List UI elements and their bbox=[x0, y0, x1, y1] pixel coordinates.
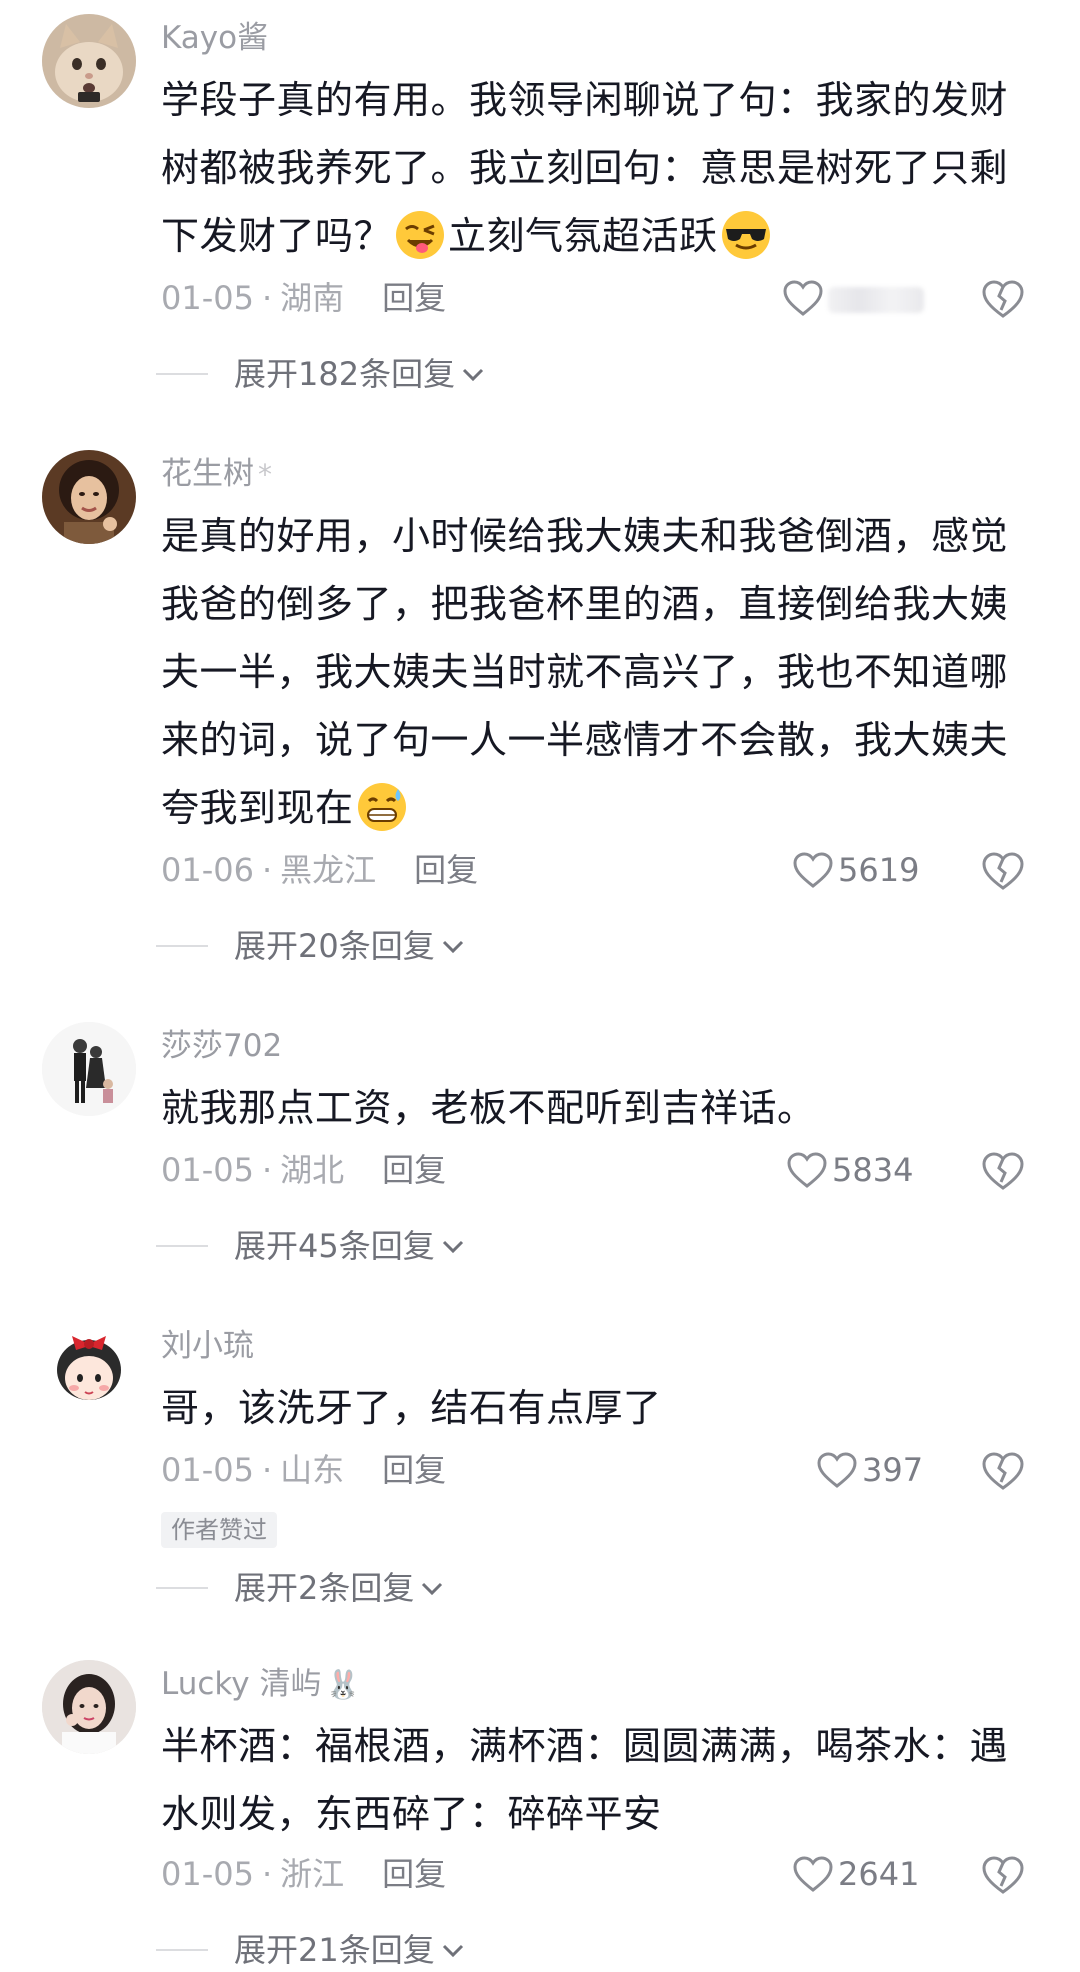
comment-meta: 01-05 · 山东 回复 bbox=[161, 1451, 447, 1489]
cat-avatar-icon bbox=[42, 14, 136, 108]
username[interactable]: 刘小琉 bbox=[161, 1326, 254, 1366]
divider bbox=[156, 373, 208, 375]
like-button[interactable]: 5834 bbox=[786, 1148, 913, 1192]
comment-location: 黑龙江 bbox=[280, 851, 377, 889]
avatar[interactable] bbox=[42, 14, 136, 108]
expand-replies-button[interactable]: 展开45条回复 bbox=[156, 1224, 465, 1268]
author-liked-badge: 作者赞过 bbox=[161, 1512, 277, 1548]
reply-button[interactable]: 回复 bbox=[382, 1151, 446, 1189]
sweat-grin-emoji bbox=[357, 783, 406, 831]
likes-count: 2641 bbox=[838, 1855, 920, 1893]
comment-text: 就我那点工资，老板不配听到吉祥话。 bbox=[161, 1086, 816, 1130]
comment-date: 01-05 bbox=[161, 1151, 254, 1189]
heart-icon bbox=[817, 1452, 857, 1488]
chevron-down-icon bbox=[422, 1582, 443, 1596]
comment-location: 山东 bbox=[280, 1451, 345, 1489]
heart-icon bbox=[787, 1152, 827, 1188]
comment-text: 学段子真的有用。我领导闲聊说了句：我家的发财树都被我养死了。我立刻回句：意思是树… bbox=[161, 66, 1031, 270]
avatar[interactable] bbox=[42, 1322, 136, 1416]
reply-button[interactable]: 回复 bbox=[382, 1855, 446, 1893]
username[interactable]: 莎莎702 bbox=[161, 1026, 282, 1066]
username[interactable]: Kayo酱 bbox=[161, 18, 268, 58]
sunglasses-emoji bbox=[721, 211, 770, 259]
comment-date: 01-05 bbox=[161, 1451, 254, 1489]
heart-icon bbox=[793, 1856, 833, 1892]
comment-location: 浙江 bbox=[280, 1855, 345, 1893]
username[interactable]: Lucky 清屿 🐰 bbox=[161, 1664, 360, 1705]
dislike-broken-heart-icon[interactable] bbox=[981, 1151, 1025, 1191]
likes-count: 397 bbox=[862, 1451, 924, 1489]
comment-date: 01-06 bbox=[161, 851, 254, 889]
comment-date: 01-05 bbox=[161, 279, 254, 317]
comment-location: 湖南 bbox=[280, 279, 345, 317]
divider bbox=[156, 945, 208, 947]
avatar[interactable] bbox=[42, 450, 136, 544]
comment-date: 01-05 bbox=[161, 1855, 254, 1893]
comment-meta: 01-05 · 湖北 回复 bbox=[161, 1151, 447, 1189]
winking-tongue-emoji bbox=[396, 211, 445, 259]
expand-replies-button[interactable]: 展开2条回复 bbox=[156, 1566, 444, 1610]
comment-location: 湖北 bbox=[280, 1151, 345, 1189]
heart-icon bbox=[783, 280, 823, 316]
avatar[interactable] bbox=[42, 1660, 136, 1754]
like-button[interactable]: 397 bbox=[816, 1448, 923, 1492]
comment-meta: 01-06 · 黑龙江 回复 bbox=[161, 851, 479, 889]
likes-count: 5834 bbox=[832, 1151, 914, 1189]
dislike-broken-heart-icon[interactable] bbox=[981, 851, 1025, 891]
comment-meta: 01-05 · 湖南 回复 bbox=[161, 279, 447, 317]
woman-portrait-avatar-icon bbox=[42, 450, 136, 544]
username-flair: * bbox=[258, 458, 272, 491]
chevron-down-icon bbox=[442, 1240, 463, 1254]
like-button[interactable]: 5619 bbox=[792, 848, 919, 892]
chevron-down-icon bbox=[442, 940, 463, 954]
comment-meta: 01-05 · 浙江 回复 bbox=[161, 1855, 447, 1893]
reply-button[interactable]: 回复 bbox=[382, 279, 446, 317]
dislike-broken-heart-icon[interactable] bbox=[981, 1451, 1025, 1491]
comment-text: 是真的好用，小时候给我大姨夫和我爸倒酒，感觉我爸的倒多了，把我爸杯里的酒，直接倒… bbox=[161, 502, 1031, 842]
expand-replies-button[interactable]: 展开21条回复 bbox=[156, 1928, 465, 1972]
reply-button[interactable]: 回复 bbox=[382, 1451, 446, 1489]
divider bbox=[156, 1245, 208, 1247]
divider bbox=[156, 1949, 208, 1951]
dislike-broken-heart-icon[interactable] bbox=[981, 279, 1025, 319]
cartoon-girl-avatar-icon bbox=[42, 1322, 136, 1416]
chevron-down-icon bbox=[442, 1944, 463, 1958]
likes-count-hidden bbox=[828, 287, 924, 313]
comment-text: 哥，该洗牙了，结石有点厚了 bbox=[161, 1386, 662, 1430]
girl-photo-avatar-icon bbox=[42, 1660, 136, 1754]
likes-count: 5619 bbox=[838, 851, 920, 889]
couple-avatar-icon bbox=[42, 1022, 136, 1116]
like-button[interactable] bbox=[782, 276, 924, 320]
heart-icon bbox=[793, 852, 833, 888]
expand-replies-button[interactable]: 展开182条回复 bbox=[156, 352, 485, 396]
expand-replies-button[interactable]: 展开20条回复 bbox=[156, 924, 465, 968]
dislike-broken-heart-icon[interactable] bbox=[981, 1855, 1025, 1895]
comment-text: 半杯酒：福根酒，满杯酒：圆圆满满，喝茶水：遇水则发，东西碎了：碎碎平安 bbox=[161, 1724, 1009, 1836]
avatar[interactable] bbox=[42, 1022, 136, 1116]
reply-button[interactable]: 回复 bbox=[414, 851, 478, 889]
divider bbox=[156, 1587, 208, 1589]
chevron-down-icon bbox=[463, 368, 484, 382]
username[interactable]: 花生树 * bbox=[161, 454, 272, 495]
rabbit-emoji-icon: 🐰 bbox=[325, 1668, 361, 1701]
like-button[interactable]: 2641 bbox=[792, 1852, 919, 1896]
